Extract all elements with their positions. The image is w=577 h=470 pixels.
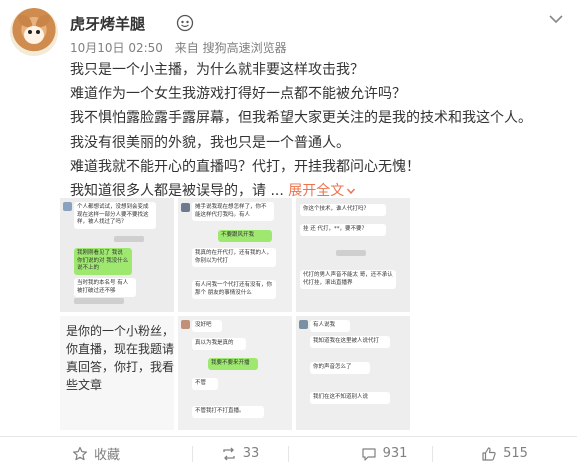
weibo-post-card: 虎牙烤羊腿 10月10日 02:50 来自 搜狗高速浏览器 我只是一个小主播，为… — [0, 0, 577, 470]
image-thumbnail-4[interactable]: 是你的一个小粉丝，欢看你直播，现在我题请你认真回答，你打，我看到一些文章 — [60, 316, 174, 430]
chat-bubble: 摊手说我现在想怎样了，你不能这样代打我吗。有人 — [192, 202, 274, 221]
post-text: 我只是一个小主播，为什么就非要这样攻击我？ 难道作为一个女生我游戏打得好一点都不… — [70, 58, 565, 203]
image-thumbnail-5[interactable]: 没好吧 真以为我是真的 我要不要来开播 不管 不管我打不打直播。 — [178, 316, 292, 430]
post-line: 我不惧怕露脸露手露屏幕，但我希望大家更关注的是我的技术和我这个人。 — [70, 110, 532, 127]
username[interactable]: 虎牙烤羊腿 — [70, 13, 145, 34]
chat-bubble: 不管我打不打直播。 — [192, 406, 264, 418]
chevron-down-icon[interactable] — [547, 10, 565, 28]
chat-bubble: 我们在这不知道别人说 — [310, 392, 390, 404]
chat-bubble: 不管 — [192, 378, 218, 390]
chat-bubble: 是你的一个小粉丝，欢看你直播，现在我题请你认真回答，你打，我看到一些文章 — [66, 324, 174, 392]
avatar[interactable] — [10, 8, 58, 56]
chat-bubble: 挂 还 代打，**，要不要？ — [300, 224, 386, 236]
chat-bubble: 不要跟风开我 — [218, 230, 272, 242]
chevron-down-icon — [347, 188, 356, 195]
chat-bubble: 代打的男人声音不能太 哥，还不承认 代打挂，滚出直播界 — [300, 270, 396, 289]
chat-bubble: 有人问我一个代打还有没有，你那个 朋友的事情没什么 — [192, 280, 276, 299]
post-source: 来自 搜狗高速浏览器 — [174, 41, 287, 55]
chat-bubble: 我知道我在这里被人说代打 — [310, 336, 390, 348]
post-line: 我只是一个小主播，为什么就非要这样攻击我？ — [70, 62, 364, 78]
chat-bubble: 我真的在开代打，还有我的人，你别以为代打 — [192, 248, 276, 267]
post-line: 我没有很美丽的外貌，我也只是一个普通人。 — [70, 134, 350, 151]
chat-bubble: 我要不要来开播 — [208, 358, 258, 370]
thumbs-up-icon — [482, 446, 496, 461]
post-date[interactable]: 10月10日 02:50 — [70, 41, 163, 55]
post-line: 难道我就不能开心的直播吗？代打，开挂我都问心无愧！ — [70, 158, 420, 175]
image-thumbnail-2[interactable]: 摊手说我现在想怎样了，你不能这样代打我吗。有人 不要跟风开我 我真的在开代打，还… — [178, 198, 292, 312]
post-line: 难道作为一个女生我游戏打得好一点都不能被允许吗？ — [70, 86, 406, 103]
star-icon — [72, 446, 87, 460]
expand-full-text-link[interactable]: 展开全文 — [288, 183, 356, 199]
chat-bubble: 你这个技术，谁人代打吗？ — [300, 204, 386, 216]
chat-bubble: 没好吧 — [192, 320, 222, 332]
chat-bubble: 我刚刚看见了 我说 你们说的对 我没什么说不上的 — [74, 248, 132, 275]
chat-bubble: 个人都想试试，没想到会变成现在这样一部分人要不要找这样，被人找过了吗？ — [74, 202, 156, 229]
chat-bubble: 真以为我是真的 — [192, 338, 246, 350]
chat-bubble: 当时我的本名号 有人被打破过还不够 — [74, 278, 136, 297]
chat-bubble: 有人说我 — [310, 320, 350, 332]
comment-icon — [361, 447, 376, 461]
repost-icon — [223, 447, 235, 460]
fan-badge-icon[interactable] — [176, 14, 194, 32]
post-meta: 10月10日 02:50 来自 搜狗高速浏览器 — [70, 39, 287, 56]
image-thumbnail-6[interactable]: 有人说我 我知道我在这里被人说代打 你的声音怎么了 我们在这不知道别人说 — [296, 316, 410, 430]
image-thumbnail-1[interactable]: 个人都想试试，没想到会变成现在这样一部分人要不要找这样，被人找过了吗？ 我刚刚看… — [60, 198, 174, 312]
chat-bubble: 你的声音怎么了 — [310, 362, 370, 374]
image-grid: 个人都想试试，没想到会变成现在这样一部分人要不要找这样，被人找过了吗？ 我刚刚看… — [60, 198, 410, 433]
like-button[interactable]: 515 — [432, 437, 577, 470]
image-thumbnail-3[interactable]: 你这个技术，谁人代打吗？ 挂 还 代打，**，要不要？ 代打的男人声音不能太 哥… — [296, 198, 410, 312]
